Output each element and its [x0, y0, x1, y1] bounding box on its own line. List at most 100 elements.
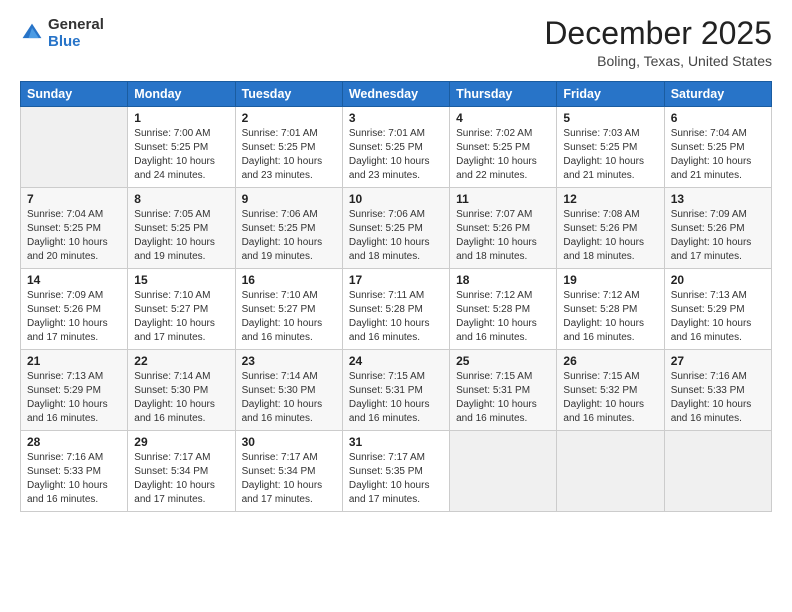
calendar-cell: 11Sunrise: 7:07 AMSunset: 5:26 PMDayligh… [450, 188, 557, 269]
day-info: Sunrise: 7:04 AMSunset: 5:25 PMDaylight:… [27, 208, 121, 264]
calendar-cell [557, 431, 664, 512]
day-number: 5 [563, 111, 657, 125]
calendar-cell: 24 Sunrise: 7:15 AMSunset: 5:31 PMDayligh… [342, 350, 449, 431]
day-number: 4 [456, 111, 550, 125]
week-row-3: 14 Sunrise: 7:09 AMSunset: 5:26 PMDayligh… [21, 269, 772, 350]
day-info: Sunrise: 7:02 AMSunset: 5:25 PMDaylight:… [456, 127, 550, 183]
day-number: 27 [671, 354, 765, 368]
day-number: 25 [456, 354, 550, 368]
day-info: Sunrise: 7:15 AMSunset: 5:31 PMDaylight:… [456, 370, 550, 426]
day-header-wednesday: Wednesday [342, 82, 449, 107]
day-number: 7 [27, 192, 121, 206]
day-number: 14 [27, 273, 121, 287]
calendar-cell: 23 Sunrise: 7:14 AMSunset: 5:30 PMDayligh… [235, 350, 342, 431]
calendar-cell: 3 Sunrise: 7:01 AMSunset: 5:25 PMDaylight… [342, 107, 449, 188]
calendar-cell: 4 Sunrise: 7:02 AMSunset: 5:25 PMDaylight… [450, 107, 557, 188]
calendar-cell: 26 Sunrise: 7:15 AMSunset: 5:32 PMDayligh… [557, 350, 664, 431]
calendar-cell: 12Sunrise: 7:08 AMSunset: 5:26 PMDayligh… [557, 188, 664, 269]
day-info: Sunrise: 7:00 AMSunset: 5:25 PMDaylight:… [134, 127, 228, 183]
day-number: 11 [456, 192, 550, 206]
calendar-cell: 28 Sunrise: 7:16 AMSunset: 5:33 PMDayligh… [21, 431, 128, 512]
day-info: Sunrise: 7:12 AMSunset: 5:28 PMDaylight:… [456, 289, 550, 345]
day-number: 15 [134, 273, 228, 287]
day-number: 17 [349, 273, 443, 287]
calendar-cell: 6Sunrise: 7:04 AMSunset: 5:25 PMDaylight… [664, 107, 771, 188]
location: Boling, Texas, United States [544, 53, 772, 69]
day-number: 20 [671, 273, 765, 287]
header: General Blue December 2025 Boling, Texas… [20, 16, 772, 69]
day-number: 26 [563, 354, 657, 368]
day-info: Sunrise: 7:14 AMSunset: 5:30 PMDaylight:… [242, 370, 336, 426]
calendar-cell: 30Sunrise: 7:17 AMSunset: 5:34 PMDayligh… [235, 431, 342, 512]
day-number: 8 [134, 192, 228, 206]
day-info: Sunrise: 7:06 AMSunset: 5:25 PMDaylight:… [242, 208, 336, 264]
calendar-cell: 8 Sunrise: 7:05 AMSunset: 5:25 PMDaylight… [128, 188, 235, 269]
day-info: Sunrise: 7:05 AMSunset: 5:25 PMDaylight:… [134, 208, 228, 264]
calendar-cell: 9 Sunrise: 7:06 AMSunset: 5:25 PMDaylight… [235, 188, 342, 269]
calendar-cell [664, 431, 771, 512]
logo: General Blue [20, 16, 104, 51]
day-number: 24 [349, 354, 443, 368]
week-row-1: 1 Sunrise: 7:00 AMSunset: 5:25 PMDaylight… [21, 107, 772, 188]
day-info: Sunrise: 7:13 AMSunset: 5:29 PMDaylight:… [27, 370, 121, 426]
day-info: Sunrise: 7:03 AMSunset: 5:25 PMDaylight:… [563, 127, 657, 183]
day-number: 1 [134, 111, 228, 125]
calendar-cell: 29 Sunrise: 7:17 AMSunset: 5:34 PMDayligh… [128, 431, 235, 512]
week-row-4: 21 Sunrise: 7:13 AMSunset: 5:29 PMDayligh… [21, 350, 772, 431]
day-info: Sunrise: 7:12 AMSunset: 5:28 PMDaylight:… [563, 289, 657, 345]
logo-blue-text: Blue [48, 33, 81, 50]
day-number: 23 [242, 354, 336, 368]
calendar-cell: 17 Sunrise: 7:11 AMSunset: 5:28 PMDayligh… [342, 269, 449, 350]
calendar-cell: 7 Sunrise: 7:04 AMSunset: 5:25 PMDaylight… [21, 188, 128, 269]
day-number: 29 [134, 435, 228, 449]
day-number: 18 [456, 273, 550, 287]
day-number: 13 [671, 192, 765, 206]
calendar-cell: 25 Sunrise: 7:15 AMSunset: 5:31 PMDayligh… [450, 350, 557, 431]
calendar-cell: 5 Sunrise: 7:03 AMSunset: 5:25 PMDaylight… [557, 107, 664, 188]
week-row-5: 28 Sunrise: 7:16 AMSunset: 5:33 PMDayligh… [21, 431, 772, 512]
day-number: 10 [349, 192, 443, 206]
day-header-friday: Friday [557, 82, 664, 107]
calendar: SundayMondayTuesdayWednesdayThursdayFrid… [20, 81, 772, 512]
calendar-cell: 13Sunrise: 7:09 AMSunset: 5:26 PMDayligh… [664, 188, 771, 269]
calendar-cell: 21 Sunrise: 7:13 AMSunset: 5:29 PMDayligh… [21, 350, 128, 431]
day-info: Sunrise: 7:14 AMSunset: 5:30 PMDaylight:… [134, 370, 228, 426]
logo-general-text: General [48, 16, 104, 33]
day-info: Sunrise: 7:17 AMSunset: 5:35 PMDaylight:… [349, 451, 443, 507]
week-row-2: 7 Sunrise: 7:04 AMSunset: 5:25 PMDaylight… [21, 188, 772, 269]
day-number: 16 [242, 273, 336, 287]
day-number: 9 [242, 192, 336, 206]
calendar-cell: 16 Sunrise: 7:10 AMSunset: 5:27 PMDayligh… [235, 269, 342, 350]
day-header-sunday: Sunday [21, 82, 128, 107]
calendar-cell [450, 431, 557, 512]
month-title: December 2025 [544, 16, 772, 51]
day-info: Sunrise: 7:10 AMSunset: 5:27 PMDaylight:… [242, 289, 336, 345]
day-header-tuesday: Tuesday [235, 82, 342, 107]
day-info: Sunrise: 7:11 AMSunset: 5:28 PMDaylight:… [349, 289, 443, 345]
day-info: Sunrise: 7:10 AMSunset: 5:27 PMDaylight:… [134, 289, 228, 345]
day-info: Sunrise: 7:17 AMSunset: 5:34 PMDaylight:… [134, 451, 228, 507]
day-number: 21 [27, 354, 121, 368]
day-info: Sunrise: 7:08 AMSunset: 5:26 PMDaylight:… [563, 208, 657, 264]
day-info: Sunrise: 7:09 AMSunset: 5:26 PMDaylight:… [27, 289, 121, 345]
day-header-thursday: Thursday [450, 82, 557, 107]
day-info: Sunrise: 7:15 AMSunset: 5:31 PMDaylight:… [349, 370, 443, 426]
calendar-cell: 1 Sunrise: 7:00 AMSunset: 5:25 PMDaylight… [128, 107, 235, 188]
day-number: 31 [349, 435, 443, 449]
calendar-cell: 18 Sunrise: 7:12 AMSunset: 5:28 PMDayligh… [450, 269, 557, 350]
day-info: Sunrise: 7:06 AMSunset: 5:25 PMDaylight:… [349, 208, 443, 264]
page: General Blue December 2025 Boling, Texas… [0, 0, 792, 612]
day-info: Sunrise: 7:01 AMSunset: 5:25 PMDaylight:… [242, 127, 336, 183]
day-info: Sunrise: 7:01 AMSunset: 5:25 PMDaylight:… [349, 127, 443, 183]
day-info: Sunrise: 7:15 AMSunset: 5:32 PMDaylight:… [563, 370, 657, 426]
day-number: 22 [134, 354, 228, 368]
day-header-row: SundayMondayTuesdayWednesdayThursdayFrid… [21, 82, 772, 107]
day-info: Sunrise: 7:13 AMSunset: 5:29 PMDaylight:… [671, 289, 765, 345]
day-number: 28 [27, 435, 121, 449]
day-info: Sunrise: 7:16 AMSunset: 5:33 PMDaylight:… [671, 370, 765, 426]
day-number: 3 [349, 111, 443, 125]
day-info: Sunrise: 7:16 AMSunset: 5:33 PMDaylight:… [27, 451, 121, 507]
day-number: 30 [242, 435, 336, 449]
calendar-cell: 10 Sunrise: 7:06 AMSunset: 5:25 PMDayligh… [342, 188, 449, 269]
calendar-cell: 2Sunrise: 7:01 AMSunset: 5:25 PMDaylight… [235, 107, 342, 188]
